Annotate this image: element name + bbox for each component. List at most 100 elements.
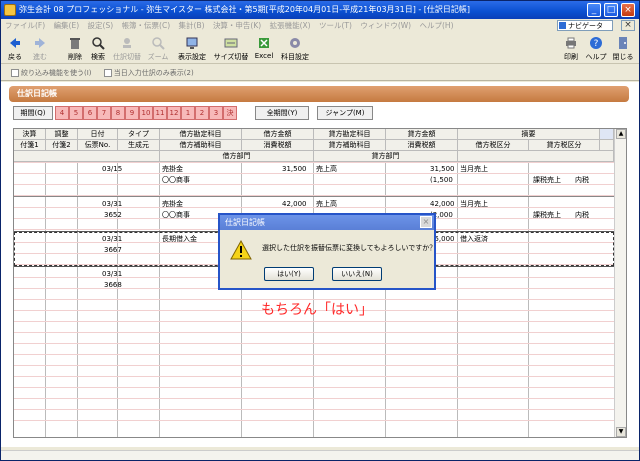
month-7[interactable]: 7 bbox=[97, 106, 111, 120]
month-11[interactable]: 11 bbox=[153, 106, 167, 120]
account-settings-icon bbox=[290, 38, 300, 48]
row1-debit-account: 売掛金 bbox=[162, 165, 183, 173]
close-tool-label: 閉じる bbox=[612, 53, 634, 61]
window-title: 弥生会計 08 プロフェッショナル - 弥生マイスター 株式会社・第5期[平成2… bbox=[19, 5, 471, 14]
title-bar[interactable]: 弥生会計 08 プロフェッショナル - 弥生マイスター 株式会社・第5期[平成2… bbox=[1, 1, 639, 19]
horizontal-scrollbar[interactable] bbox=[1, 450, 639, 460]
menu-edit[interactable]: 編集(E) bbox=[54, 21, 80, 30]
month-4[interactable]: 4 bbox=[55, 106, 69, 120]
month-1[interactable]: 1 bbox=[181, 106, 195, 120]
row2-debit-amount: 42,000 bbox=[282, 200, 307, 208]
row2-credit-account: 売上高 bbox=[316, 200, 337, 208]
menu-bar: ファイル(F) 編集(E) 設定(S) 帳簿・伝票(C) 集計(B) 決算・申告… bbox=[1, 19, 639, 33]
navigator-icon bbox=[559, 22, 566, 29]
col-header-spacer-right bbox=[458, 151, 614, 162]
excel-button[interactable]: Excel bbox=[253, 36, 275, 62]
menu-window[interactable]: ウィンドウ(W) bbox=[360, 21, 411, 30]
close-window-button[interactable]: × bbox=[621, 3, 635, 17]
row2-debit-sub: 〇〇商事 bbox=[162, 211, 190, 219]
zoom-icon bbox=[152, 37, 165, 50]
yes-button[interactable]: はい(Y) bbox=[264, 267, 314, 281]
col-header-origin: 生成元 bbox=[118, 140, 160, 151]
month-5[interactable]: 5 bbox=[69, 106, 83, 120]
row2-tax-mode: 内税 bbox=[575, 211, 589, 219]
print-button[interactable]: 印刷 bbox=[561, 36, 581, 62]
zoom-button[interactable]: ズーム bbox=[145, 36, 171, 62]
jump-button[interactable]: ジャンプ(M) bbox=[317, 106, 373, 120]
minimize-button[interactable]: _ bbox=[587, 3, 601, 17]
account-settings-button[interactable]: 科目設定 bbox=[279, 36, 311, 62]
toolbar: 戻る 進む 削除 検索 仕訳切替 ズーム 表示設定 サイズ切替 Excel 科目… bbox=[1, 34, 639, 64]
month-3[interactable]: 3 bbox=[209, 106, 223, 120]
zoom-label: ズーム bbox=[147, 53, 169, 61]
dialog-title-text: 仕訳日記帳 bbox=[225, 218, 265, 227]
forward-label: 進む bbox=[33, 53, 47, 61]
size-switch-button[interactable]: サイズ切替 bbox=[213, 36, 249, 62]
row1-credit-amount: 31,500 bbox=[430, 165, 455, 173]
help-button[interactable]: ? ヘルプ bbox=[585, 36, 607, 62]
display-settings-label: 表示設定 bbox=[178, 53, 206, 61]
col-header-date: 日付 bbox=[78, 129, 118, 140]
mdi-close-button[interactable]: × bbox=[621, 20, 635, 31]
row1-memo: 当月売上 bbox=[460, 165, 488, 173]
col-header-tag2: 付箋2 bbox=[46, 140, 78, 151]
forward-button[interactable]: 進む bbox=[29, 36, 51, 62]
scroll-up-arrow-icon[interactable]: ▲ bbox=[616, 129, 626, 139]
maximize-button[interactable]: □ bbox=[604, 3, 618, 17]
row1-debit-sub: 〇〇商事 bbox=[162, 176, 190, 184]
search-icon bbox=[92, 37, 105, 50]
menu-books[interactable]: 帳簿・伝票(C) bbox=[122, 21, 171, 30]
month-12[interactable]: 12 bbox=[167, 106, 181, 120]
close-tool-button[interactable]: 閉じる bbox=[611, 36, 635, 62]
column-settings-icon[interactable] bbox=[600, 129, 614, 140]
display-settings-button[interactable]: 表示設定 bbox=[175, 36, 209, 62]
dialog-message: 選択した仕訳を振替伝票に変換してもよろしいですか？ bbox=[262, 244, 437, 252]
month-8[interactable]: 8 bbox=[111, 106, 125, 120]
col-header-debit-tax: 消費税額 bbox=[242, 140, 314, 151]
switch-entry-button[interactable]: 仕訳切替 bbox=[113, 36, 141, 62]
navigator-label: ナビゲータ bbox=[568, 22, 603, 30]
delete-button[interactable]: 削除 bbox=[65, 36, 85, 62]
col-header-credit-dept: 貸方部門 bbox=[314, 151, 458, 162]
search-label: 検索 bbox=[91, 53, 105, 61]
today-only-checkbox[interactable] bbox=[103, 69, 112, 77]
trash-icon bbox=[70, 38, 80, 49]
search-button[interactable]: 検索 bbox=[88, 36, 108, 62]
col-header-memo: 摘要 bbox=[458, 129, 600, 140]
col-header-debit-dept: 借方部門 bbox=[160, 151, 314, 162]
menu-summary[interactable]: 集計(B) bbox=[179, 21, 205, 30]
menu-help[interactable]: ヘルプ(H) bbox=[420, 21, 454, 30]
col-header-credit-tax: 消費税額 bbox=[386, 140, 458, 151]
row1-tax-mode: 内税 bbox=[575, 176, 589, 184]
menu-tools[interactable]: ツール(T) bbox=[319, 21, 352, 30]
narrow-checkbox[interactable] bbox=[11, 69, 19, 77]
help-icon: ? bbox=[590, 37, 602, 49]
menu-settings[interactable]: 設定(S) bbox=[88, 21, 114, 30]
row1-date: 03/15 bbox=[102, 165, 123, 173]
row2-memo: 当月売上 bbox=[460, 200, 488, 208]
col-header-debit-account: 借方勘定科目 bbox=[160, 129, 242, 140]
month-10[interactable]: 10 bbox=[139, 106, 153, 120]
menu-extensions[interactable]: 拡張機能(X) bbox=[270, 21, 311, 30]
navigator-button[interactable]: ナビゲータ bbox=[557, 20, 613, 31]
month-6[interactable]: 6 bbox=[83, 106, 97, 120]
back-button[interactable]: 戻る bbox=[5, 36, 25, 62]
help-label: ヘルプ bbox=[585, 53, 607, 61]
col-header-spacer bbox=[14, 151, 160, 162]
printer-icon bbox=[566, 37, 576, 49]
scroll-down-arrow-icon[interactable]: ▼ bbox=[616, 427, 626, 437]
col-header-credit-tax-category: 貸方税区分 bbox=[529, 140, 600, 151]
all-period-button[interactable]: 全期間(Y) bbox=[255, 106, 309, 120]
dialog-close-button[interactable]: × bbox=[420, 216, 432, 228]
col-header-type: タイプ bbox=[118, 129, 160, 140]
month-closing[interactable]: 決 bbox=[223, 106, 237, 120]
month-2[interactable]: 2 bbox=[195, 106, 209, 120]
menu-closing[interactable]: 決算・申告(K) bbox=[213, 21, 261, 30]
month-9[interactable]: 9 bbox=[125, 106, 139, 120]
no-button[interactable]: いいえ(N) bbox=[332, 267, 382, 281]
menu-file[interactable]: ファイル(F) bbox=[5, 21, 45, 30]
row2-date: 03/31 bbox=[102, 200, 123, 208]
vertical-scrollbar[interactable]: ▲ ▼ bbox=[614, 129, 626, 437]
period-button[interactable]: 期間(Q) bbox=[13, 106, 53, 120]
row4-slip-no: 3668 bbox=[104, 281, 122, 289]
